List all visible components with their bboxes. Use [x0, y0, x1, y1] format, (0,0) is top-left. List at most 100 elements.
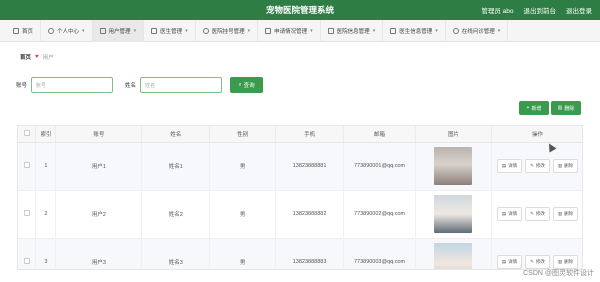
- cell-email: 773890002@qq.com: [343, 190, 417, 239]
- cell-name: 姓名1: [141, 142, 211, 191]
- chevron-down-icon: ▾: [372, 27, 376, 34]
- row-delete-button[interactable]: ▥ 删除: [552, 255, 579, 269]
- table-row: 1 用户1 姓名1 男 13823888881 773890001@qq.com…: [18, 142, 582, 191]
- row-delete-button[interactable]: ▥ 删除: [552, 207, 579, 221]
- trash-icon: ▥: [557, 211, 563, 216]
- nav-item-hospital-info-management[interactable]: 医院信息管理 ▾: [321, 19, 384, 42]
- cell-phone: 13823888883: [275, 238, 345, 269]
- home-icon: [13, 27, 19, 34]
- col-index: 索引: [35, 126, 57, 143]
- col-name: 姓名: [141, 126, 211, 143]
- edit-button[interactable]: ✎ 修改: [525, 159, 550, 173]
- table-row: 3 用户3 姓名3 男 13823888883 773890003@qq.com…: [18, 238, 582, 269]
- chevron-down-icon: ▾: [497, 27, 501, 34]
- doc-icon: [99, 27, 106, 34]
- detail-button[interactable]: ▤ 详情: [496, 159, 523, 173]
- doc-icon: [390, 27, 397, 34]
- row-checkbox[interactable]: [23, 162, 30, 168]
- nav-item-user-management[interactable]: 用户管理 ▾: [92, 19, 145, 42]
- detail-icon: ▤: [501, 163, 507, 168]
- name-input[interactable]: 姓名: [140, 77, 223, 93]
- nav-item-doctor-info-management[interactable]: 医生信息管理 ▾: [383, 19, 446, 42]
- current-user: 管理员 abo: [481, 8, 514, 15]
- account-label: 账号: [16, 83, 28, 89]
- cell-account: 用户3: [55, 238, 143, 269]
- table-header: 索引 账号 姓名 性别 手机 邮箱 图片 操作: [18, 126, 582, 143]
- user-table: 索引 账号 姓名 性别 手机 邮箱 图片 操作 1 用户1 姓名1 男 1382…: [17, 125, 583, 270]
- detail-button[interactable]: ▤ 详情: [496, 255, 523, 269]
- row-checkbox[interactable]: [23, 258, 30, 264]
- edit-button[interactable]: ✎ 修改: [525, 255, 550, 269]
- nav-item-online-consult-management[interactable]: 在线问诊管理 ▾: [446, 19, 509, 42]
- edit-icon: ✎: [530, 211, 534, 216]
- logout-link[interactable]: 退出登录: [566, 5, 592, 15]
- user-icon: [48, 27, 55, 34]
- add-button[interactable]: + 新增: [519, 101, 549, 115]
- table-actions: + 新增 ▥ 删除: [519, 101, 581, 115]
- cell-gender: 男: [209, 190, 277, 239]
- cell-account: 用户2: [55, 190, 143, 239]
- edit-icon: ✎: [530, 259, 534, 264]
- chevron-down-icon: ▾: [247, 27, 251, 34]
- circle-icon: [202, 27, 209, 34]
- circle-icon: [452, 27, 459, 34]
- row-checkbox[interactable]: [23, 210, 30, 216]
- nav-item-application-management[interactable]: 申请情况管理 ▾: [258, 19, 321, 42]
- cell-gender: 男: [209, 142, 277, 191]
- chevron-down-icon: ▾: [82, 27, 85, 34]
- select-all-checkbox[interactable]: [23, 129, 30, 136]
- col-image: 图片: [415, 126, 492, 143]
- col-gender: 性别: [209, 126, 277, 143]
- nav-item-doctor-management[interactable]: 医生管理 ▾: [144, 19, 196, 42]
- cell-email: 773890003@qq.com: [343, 238, 417, 269]
- col-phone: 手机: [275, 126, 345, 143]
- chevron-down-icon: ▾: [310, 27, 313, 34]
- cell-email: 773890001@qq.com: [343, 142, 417, 191]
- trash-icon: ▥: [557, 105, 563, 111]
- table-row: 2 用户2 姓名2 男 13823888882 773890002@qq.com…: [18, 190, 582, 239]
- col-email: 邮箱: [343, 126, 417, 143]
- query-button[interactable]: ⌕ 查询: [230, 77, 264, 93]
- detail-button[interactable]: ▤ 详情: [496, 207, 523, 221]
- plus-icon: +: [526, 105, 530, 111]
- cell-index: 2: [35, 190, 57, 239]
- heart-icon: ♥: [35, 54, 39, 60]
- user-photo: [434, 243, 473, 269]
- trash-icon: ▥: [557, 163, 563, 168]
- cell-account: 用户1: [55, 142, 143, 191]
- cell-index: 1: [35, 142, 57, 191]
- detail-icon: ▤: [501, 211, 507, 216]
- cell-gender: 男: [209, 238, 277, 269]
- account-input[interactable]: 账号: [31, 77, 114, 93]
- edit-button[interactable]: ✎ 修改: [525, 207, 550, 221]
- breadcrumb-current: 用户: [42, 55, 54, 61]
- trash-icon: ▥: [557, 259, 563, 264]
- name-label: 姓名: [125, 83, 137, 89]
- cell-phone: 13823888881: [275, 142, 345, 191]
- col-actions: 操作: [491, 126, 582, 143]
- edit-icon: ✎: [530, 163, 534, 168]
- main-nav: 首页 个人中心 ▾ 用户管理 ▾ 医生管理 ▾ 医院挂号管理 ▾ 申请情况管理 …: [0, 19, 600, 42]
- nav-item-personal-center[interactable]: 个人中心 ▾: [41, 19, 93, 42]
- row-delete-button[interactable]: ▥ 删除: [552, 159, 579, 173]
- user-photo: [434, 147, 473, 185]
- nav-item-registration-management[interactable]: 医院挂号管理 ▾: [196, 19, 259, 42]
- top-bar: 宠物医院管理系统 管理员 abo 退出到前台 退出登录: [0, 0, 600, 20]
- watermark: CSDN @图灵软件设计: [523, 270, 594, 277]
- cell-name: 姓名3: [141, 238, 211, 269]
- delete-button[interactable]: ▥ 删除: [551, 101, 581, 115]
- cell-index: 3: [35, 238, 57, 269]
- breadcrumb: 首页 ♥ 用户: [20, 53, 54, 61]
- grid-icon: [265, 27, 272, 34]
- chevron-down-icon: ▾: [133, 27, 137, 34]
- breadcrumb-home[interactable]: 首页: [20, 53, 31, 61]
- detail-icon: ▤: [501, 259, 507, 264]
- chevron-down-icon: ▾: [185, 27, 188, 34]
- grid-icon: [327, 27, 334, 34]
- search-icon: ⌕: [238, 81, 242, 88]
- search-bar: 账号 账号 姓名 姓名 ⌕ 查询: [16, 77, 264, 93]
- nav-item-home[interactable]: 首页: [6, 19, 42, 42]
- col-account: 账号: [55, 126, 143, 143]
- chevron-down-icon: ▾: [435, 27, 438, 34]
- back-to-frontend-link[interactable]: 退出到前台: [524, 5, 557, 15]
